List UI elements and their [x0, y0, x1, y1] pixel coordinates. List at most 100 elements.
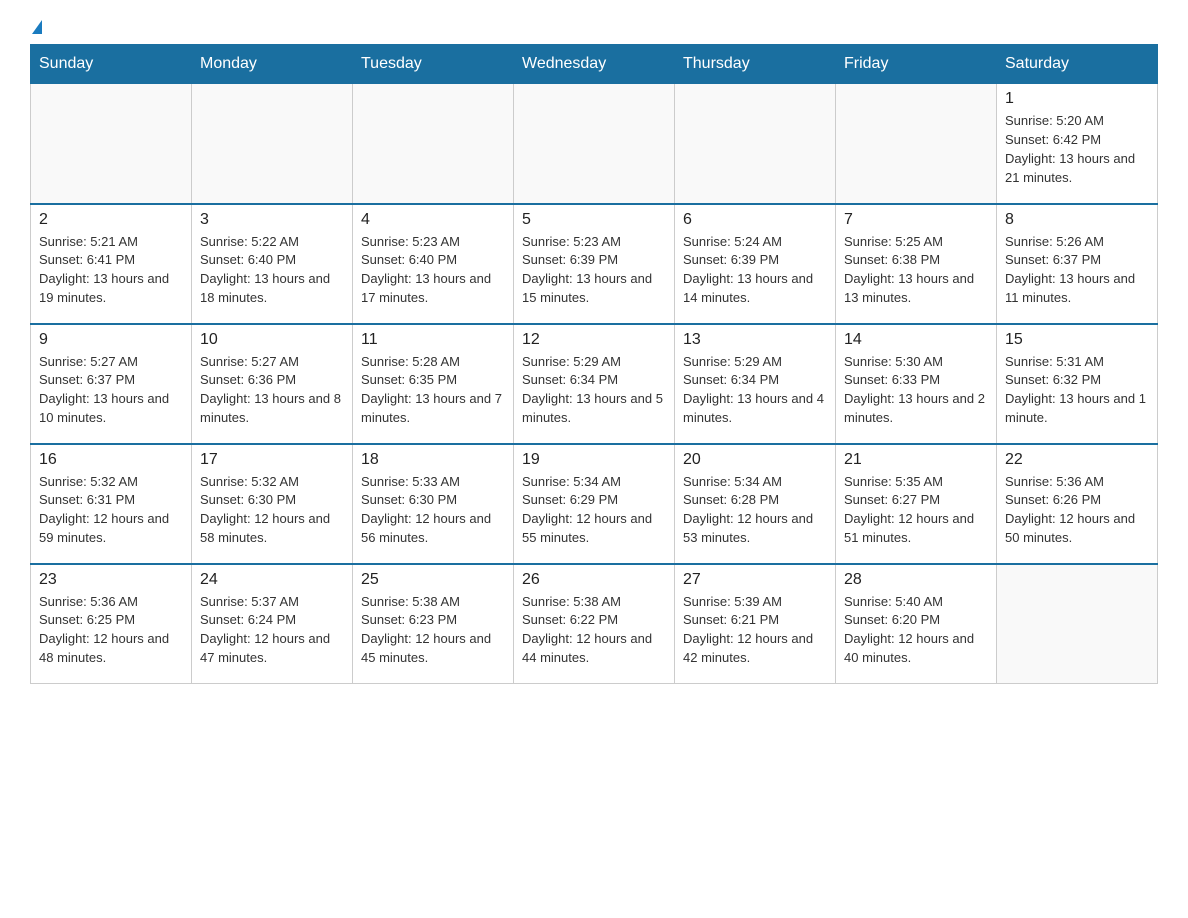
calendar-header-saturday: Saturday — [997, 45, 1158, 84]
calendar-cell: 4 Sunrise: 5:23 AMSunset: 6:40 PMDaylight… — [353, 204, 514, 324]
day-number: 28 — [844, 571, 988, 589]
day-number: 23 — [39, 571, 183, 589]
calendar-header-tuesday: Tuesday — [353, 45, 514, 84]
calendar-header-friday: Friday — [836, 45, 997, 84]
day-number: 9 — [39, 331, 183, 349]
day-info: Sunrise: 5:35 AMSunset: 6:27 PMDaylight:… — [844, 473, 988, 548]
day-info: Sunrise: 5:32 AMSunset: 6:31 PMDaylight:… — [39, 473, 183, 548]
day-info: Sunrise: 5:21 AMSunset: 6:41 PMDaylight:… — [39, 233, 183, 308]
day-info: Sunrise: 5:27 AMSunset: 6:36 PMDaylight:… — [200, 353, 344, 428]
day-info: Sunrise: 5:20 AMSunset: 6:42 PMDaylight:… — [1005, 112, 1149, 187]
day-number: 19 — [522, 451, 666, 469]
day-info: Sunrise: 5:25 AMSunset: 6:38 PMDaylight:… — [844, 233, 988, 308]
calendar-cell — [514, 84, 675, 204]
day-number: 4 — [361, 211, 505, 229]
day-number: 17 — [200, 451, 344, 469]
day-info: Sunrise: 5:31 AMSunset: 6:32 PMDaylight:… — [1005, 353, 1149, 428]
calendar-cell — [31, 84, 192, 204]
day-number: 12 — [522, 331, 666, 349]
calendar-header-sunday: Sunday — [31, 45, 192, 84]
day-info: Sunrise: 5:34 AMSunset: 6:29 PMDaylight:… — [522, 473, 666, 548]
day-info: Sunrise: 5:32 AMSunset: 6:30 PMDaylight:… — [200, 473, 344, 548]
calendar-cell: 10 Sunrise: 5:27 AMSunset: 6:36 PMDayligh… — [192, 324, 353, 444]
logo-general — [30, 20, 42, 34]
page-header — [30, 20, 1158, 34]
calendar-cell: 2 Sunrise: 5:21 AMSunset: 6:41 PMDaylight… — [31, 204, 192, 324]
calendar-week-row: 9 Sunrise: 5:27 AMSunset: 6:37 PMDaylight… — [31, 324, 1158, 444]
day-info: Sunrise: 5:30 AMSunset: 6:33 PMDaylight:… — [844, 353, 988, 428]
day-number: 15 — [1005, 331, 1149, 349]
calendar-cell: 12 Sunrise: 5:29 AMSunset: 6:34 PMDayligh… — [514, 324, 675, 444]
day-info: Sunrise: 5:34 AMSunset: 6:28 PMDaylight:… — [683, 473, 827, 548]
calendar-week-row: 23 Sunrise: 5:36 AMSunset: 6:25 PMDayligh… — [31, 564, 1158, 684]
day-info: Sunrise: 5:38 AMSunset: 6:22 PMDaylight:… — [522, 593, 666, 668]
day-info: Sunrise: 5:37 AMSunset: 6:24 PMDaylight:… — [200, 593, 344, 668]
calendar-cell — [192, 84, 353, 204]
calendar-cell: 11Sunrise: 5:28 AMSunset: 6:35 PMDayligh… — [353, 324, 514, 444]
calendar-cell: 5Sunrise: 5:23 AMSunset: 6:39 PMDaylight… — [514, 204, 675, 324]
day-info: Sunrise: 5:40 AMSunset: 6:20 PMDaylight:… — [844, 593, 988, 668]
calendar-cell: 26 Sunrise: 5:38 AMSunset: 6:22 PMDayligh… — [514, 564, 675, 684]
calendar-week-row: 1 Sunrise: 5:20 AMSunset: 6:42 PMDaylight… — [31, 84, 1158, 204]
calendar-cell: 8 Sunrise: 5:26 AMSunset: 6:37 PMDaylight… — [997, 204, 1158, 324]
day-info: Sunrise: 5:28 AMSunset: 6:35 PMDaylight:… — [361, 353, 505, 428]
calendar-table: SundayMondayTuesdayWednesdayThursdayFrid… — [30, 44, 1158, 684]
calendar-cell: 1 Sunrise: 5:20 AMSunset: 6:42 PMDaylight… — [997, 84, 1158, 204]
day-info: Sunrise: 5:26 AMSunset: 6:37 PMDaylight:… — [1005, 233, 1149, 308]
calendar-cell: 15 Sunrise: 5:31 AMSunset: 6:32 PMDayligh… — [997, 324, 1158, 444]
day-number: 27 — [683, 571, 827, 589]
calendar-header-monday: Monday — [192, 45, 353, 84]
day-info: Sunrise: 5:38 AMSunset: 6:23 PMDaylight:… — [361, 593, 505, 668]
day-number: 3 — [200, 211, 344, 229]
calendar-cell: 17 Sunrise: 5:32 AMSunset: 6:30 PMDayligh… — [192, 444, 353, 564]
calendar-cell: 20 Sunrise: 5:34 AMSunset: 6:28 PMDayligh… — [675, 444, 836, 564]
day-info: Sunrise: 5:36 AMSunset: 6:25 PMDaylight:… — [39, 593, 183, 668]
calendar-cell: 6 Sunrise: 5:24 AMSunset: 6:39 PMDaylight… — [675, 204, 836, 324]
day-number: 26 — [522, 571, 666, 589]
calendar-header-row: SundayMondayTuesdayWednesdayThursdayFrid… — [31, 45, 1158, 84]
calendar-week-row: 2 Sunrise: 5:21 AMSunset: 6:41 PMDaylight… — [31, 204, 1158, 324]
calendar-cell: 9 Sunrise: 5:27 AMSunset: 6:37 PMDaylight… — [31, 324, 192, 444]
logo — [30, 20, 42, 34]
calendar-cell: 27Sunrise: 5:39 AMSunset: 6:21 PMDayligh… — [675, 564, 836, 684]
calendar-cell: 24Sunrise: 5:37 AMSunset: 6:24 PMDayligh… — [192, 564, 353, 684]
day-info: Sunrise: 5:29 AMSunset: 6:34 PMDaylight:… — [683, 353, 827, 428]
day-info: Sunrise: 5:27 AMSunset: 6:37 PMDaylight:… — [39, 353, 183, 428]
calendar-cell: 28 Sunrise: 5:40 AMSunset: 6:20 PMDayligh… — [836, 564, 997, 684]
day-number: 5 — [522, 211, 666, 229]
day-number: 25 — [361, 571, 505, 589]
calendar-cell: 22 Sunrise: 5:36 AMSunset: 6:26 PMDayligh… — [997, 444, 1158, 564]
calendar-cell: 16 Sunrise: 5:32 AMSunset: 6:31 PMDayligh… — [31, 444, 192, 564]
day-number: 2 — [39, 211, 183, 229]
day-info: Sunrise: 5:36 AMSunset: 6:26 PMDaylight:… — [1005, 473, 1149, 548]
calendar-cell: 3 Sunrise: 5:22 AMSunset: 6:40 PMDaylight… — [192, 204, 353, 324]
day-info: Sunrise: 5:23 AMSunset: 6:40 PMDaylight:… — [361, 233, 505, 308]
calendar-cell: 7Sunrise: 5:25 AMSunset: 6:38 PMDaylight… — [836, 204, 997, 324]
calendar-header-thursday: Thursday — [675, 45, 836, 84]
calendar-cell: 19 Sunrise: 5:34 AMSunset: 6:29 PMDayligh… — [514, 444, 675, 564]
logo-triangle-icon — [32, 20, 42, 34]
day-info: Sunrise: 5:29 AMSunset: 6:34 PMDaylight:… — [522, 353, 666, 428]
day-number: 10 — [200, 331, 344, 349]
day-number: 22 — [1005, 451, 1149, 469]
day-number: 20 — [683, 451, 827, 469]
day-number: 14 — [844, 331, 988, 349]
day-info: Sunrise: 5:33 AMSunset: 6:30 PMDaylight:… — [361, 473, 505, 548]
day-info: Sunrise: 5:22 AMSunset: 6:40 PMDaylight:… — [200, 233, 344, 308]
calendar-cell — [675, 84, 836, 204]
day-info: Sunrise: 5:24 AMSunset: 6:39 PMDaylight:… — [683, 233, 827, 308]
day-number: 8 — [1005, 211, 1149, 229]
day-number: 16 — [39, 451, 183, 469]
day-number: 6 — [683, 211, 827, 229]
calendar-cell: 18Sunrise: 5:33 AMSunset: 6:30 PMDayligh… — [353, 444, 514, 564]
calendar-cell — [353, 84, 514, 204]
calendar-cell: 23 Sunrise: 5:36 AMSunset: 6:25 PMDayligh… — [31, 564, 192, 684]
calendar-cell: 21 Sunrise: 5:35 AMSunset: 6:27 PMDayligh… — [836, 444, 997, 564]
calendar-week-row: 16 Sunrise: 5:32 AMSunset: 6:31 PMDayligh… — [31, 444, 1158, 564]
calendar-header-wednesday: Wednesday — [514, 45, 675, 84]
calendar-cell — [836, 84, 997, 204]
day-number: 1 — [1005, 90, 1149, 108]
calendar-cell: 13Sunrise: 5:29 AMSunset: 6:34 PMDayligh… — [675, 324, 836, 444]
calendar-cell — [997, 564, 1158, 684]
day-number: 21 — [844, 451, 988, 469]
